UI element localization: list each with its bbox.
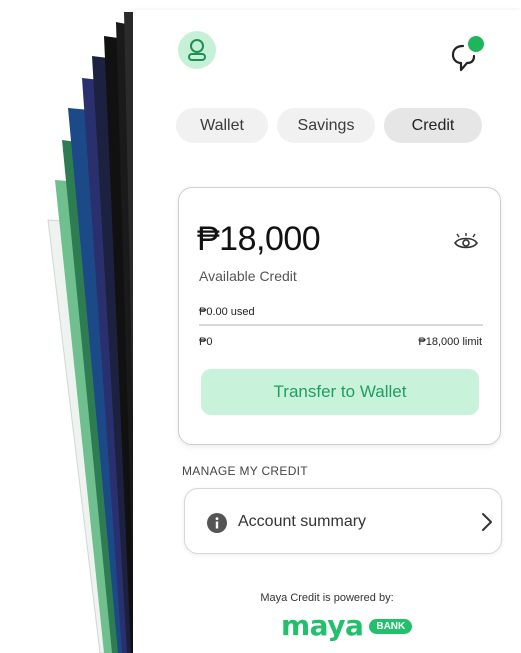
manage-credit-heading: MANAGE MY CREDIT <box>182 464 308 478</box>
chat-button[interactable] <box>447 34 487 74</box>
profile-icon <box>188 39 206 61</box>
account-summary-row[interactable]: Account summary <box>184 488 502 554</box>
account-summary-label: Account summary <box>238 513 367 530</box>
maya-wordmark: maya <box>281 609 364 642</box>
min-label: ₱0 <box>199 336 213 348</box>
credit-usage-bar <box>199 324 483 326</box>
chat-icon <box>451 36 484 72</box>
available-credit-label: Available Credit <box>199 268 297 284</box>
used-amount-label: ₱0.00 used <box>199 306 255 318</box>
credit-card: ₱18,000 Available Credit ₱0.00 used ₱0 ₱… <box>178 187 501 445</box>
bank-badge: BANK <box>369 618 413 634</box>
info-icon <box>207 513 227 533</box>
chevron-right-icon <box>482 513 492 531</box>
powered-by-text: Maya Credit is powered by: <box>260 592 394 604</box>
tab-credit[interactable]: Credit <box>384 108 482 143</box>
profile-button[interactable] <box>178 31 216 69</box>
credit-amount: ₱18,000 <box>197 220 321 258</box>
tab-savings[interactable]: Savings <box>277 108 375 143</box>
tab-wallet[interactable]: Wallet <box>176 108 268 143</box>
maya-bank-logo: maya BANK <box>281 609 413 642</box>
account-tabs: Wallet Savings Credit <box>176 108 482 143</box>
phone-screen: Wallet Savings Credit ₱18,000 Available … <box>133 10 521 653</box>
notification-dot <box>468 36 484 52</box>
transfer-to-wallet-button[interactable]: Transfer to Wallet <box>201 369 479 415</box>
limit-label: ₱18,000 limit <box>418 336 482 348</box>
eye-icon[interactable] <box>453 232 479 252</box>
